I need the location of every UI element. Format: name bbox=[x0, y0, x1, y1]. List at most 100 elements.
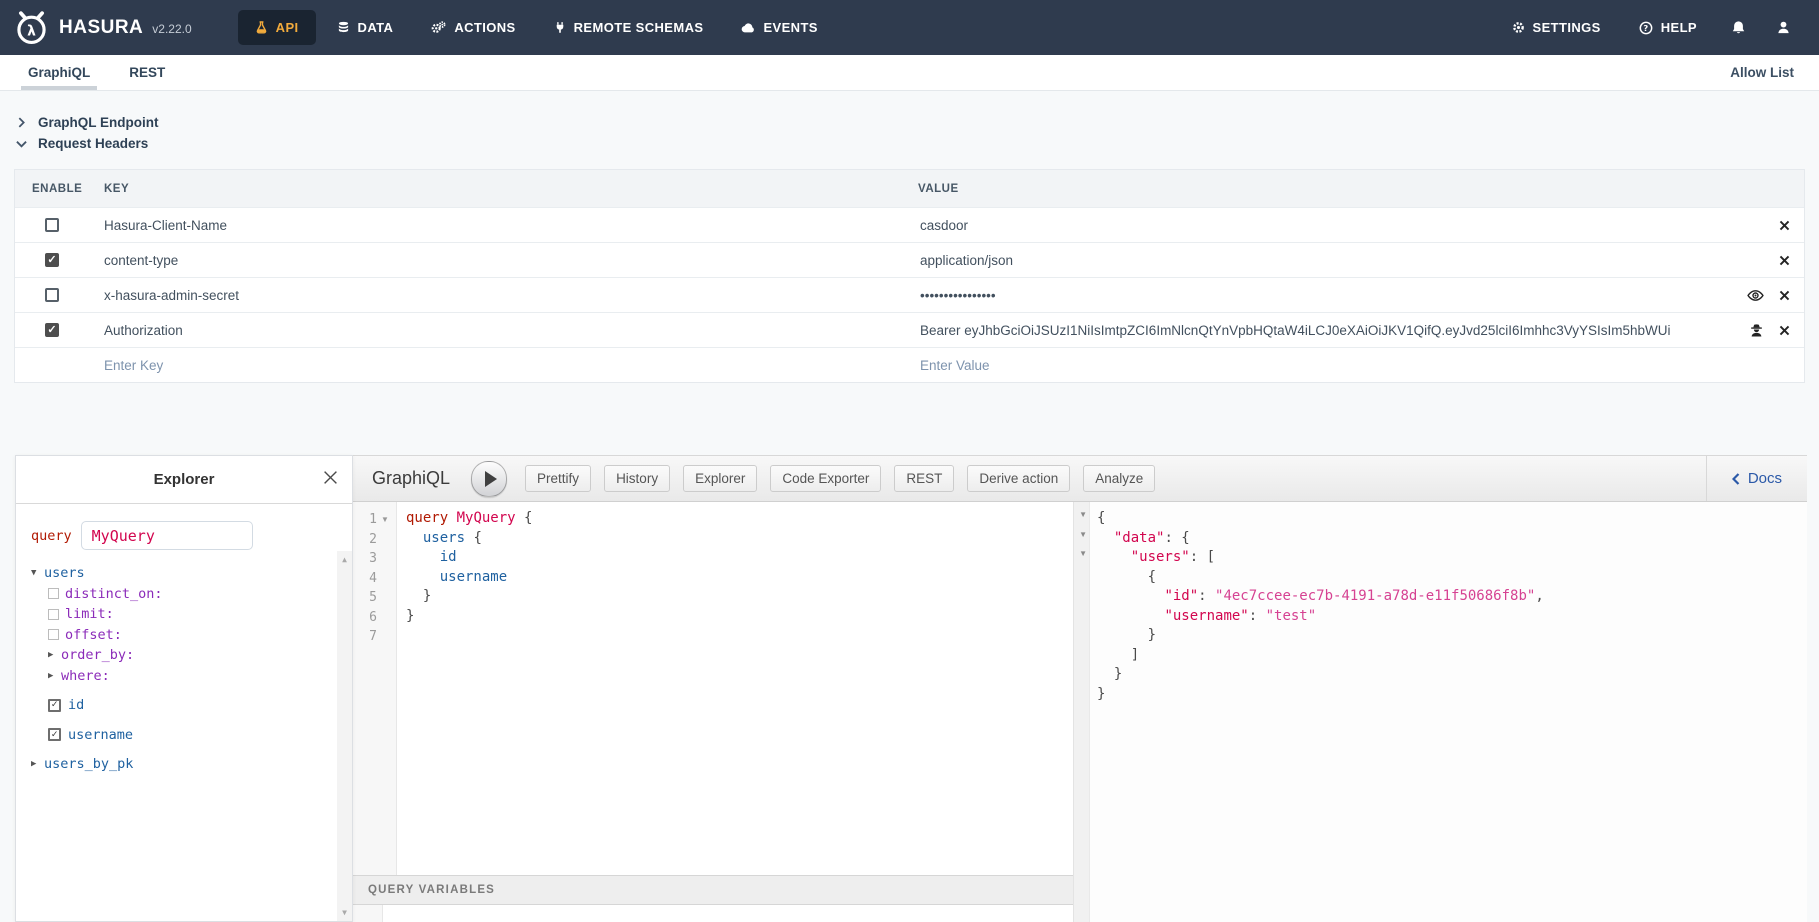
hasura-logo-icon: λ bbox=[13, 9, 50, 46]
header-enable-checkbox[interactable] bbox=[45, 288, 59, 302]
query-name-input[interactable] bbox=[81, 521, 253, 550]
scroll-down-icon[interactable]: ▼ bbox=[337, 908, 352, 917]
field-checkbox-checked[interactable] bbox=[48, 728, 61, 741]
header-enable-checkbox[interactable] bbox=[45, 323, 59, 337]
header-row: AuthorizationBearer eyJhbGciOiJSUzI1NiIs… bbox=[15, 312, 1804, 347]
line-number: 6 bbox=[353, 610, 377, 625]
header-key[interactable]: Authorization bbox=[104, 323, 918, 338]
gear-icon bbox=[1512, 21, 1525, 34]
query-variables-editor[interactable] bbox=[353, 905, 1073, 922]
nav-item-help[interactable]: ?HELP bbox=[1637, 10, 1699, 45]
response-fold-arrow-icon[interactable]: ▼ bbox=[1074, 530, 1089, 550]
explorer-node-offset[interactable]: offset: bbox=[31, 625, 328, 646]
field-checkbox-checked[interactable] bbox=[48, 699, 61, 712]
header-value[interactable]: casdoor bbox=[920, 218, 1769, 233]
api-tab-bar: GraphiQL REST Allow List bbox=[0, 55, 1819, 91]
remove-header-button[interactable] bbox=[1779, 255, 1790, 266]
response-fold-spacer bbox=[1074, 666, 1089, 686]
remove-header-button[interactable] bbox=[1779, 220, 1790, 231]
bell-button[interactable] bbox=[1731, 20, 1746, 35]
nav-item-settings[interactable]: SETTINGS bbox=[1510, 10, 1603, 45]
header-key[interactable]: x-hasura-admin-secret bbox=[104, 288, 918, 303]
nav-item-data[interactable]: DATA bbox=[320, 10, 411, 45]
argument-checkbox[interactable] bbox=[48, 629, 59, 640]
nav-item-label: EVENTS bbox=[763, 20, 817, 35]
execute-query-button[interactable] bbox=[471, 461, 507, 497]
response-line: "username": "test" bbox=[1097, 608, 1807, 628]
remove-header-button[interactable] bbox=[1779, 325, 1790, 336]
chevron-right-icon bbox=[16, 117, 27, 128]
explorer-close-icon[interactable] bbox=[323, 470, 338, 485]
reveal-secret-button[interactable] bbox=[1747, 289, 1764, 302]
user-button[interactable] bbox=[1776, 20, 1791, 35]
header-enable-checkbox[interactable] bbox=[45, 253, 59, 267]
line-number: 1 bbox=[353, 512, 377, 527]
expand-arrow-icon[interactable]: ▶ bbox=[48, 650, 61, 660]
collapse-arrow-icon[interactable]: ▼ bbox=[31, 568, 44, 578]
new-header-value-input[interactable]: Enter Value bbox=[920, 358, 1804, 373]
tab-rest[interactable]: REST bbox=[122, 55, 172, 90]
explorer-scrollbar[interactable]: ▲ ▼ bbox=[337, 551, 352, 921]
brand-group[interactable]: λ HASURA v2.22.0 bbox=[0, 9, 192, 46]
response-fold-arrow-icon[interactable]: ▼ bbox=[1074, 510, 1089, 530]
explorer-tree: ▼usersdistinct_on:limit: offset:▶order_by… bbox=[31, 563, 328, 775]
nav-item-remote-schemas[interactable]: REMOTE SCHEMAS bbox=[537, 10, 721, 45]
nav-item-actions[interactable]: ACTIONS bbox=[414, 10, 532, 45]
history-button[interactable]: History bbox=[604, 465, 670, 492]
header-row-actions bbox=[1769, 220, 1804, 231]
explorer-button[interactable]: Explorer bbox=[683, 465, 757, 492]
header-enable-checkbox[interactable] bbox=[45, 218, 59, 232]
argument-checkbox[interactable] bbox=[48, 588, 59, 599]
remove-icon bbox=[1779, 325, 1790, 336]
explorer-node-where[interactable]: ▶where: bbox=[31, 666, 328, 687]
tree-node-label: limit: bbox=[65, 606, 114, 622]
explorer-node-users_by_pk[interactable]: ▶users_by_pk bbox=[31, 754, 328, 775]
query-editor[interactable]: 1▼234567 query MyQuery { users { id user… bbox=[353, 502, 1073, 875]
expand-arrow-icon[interactable]: ▶ bbox=[48, 671, 61, 681]
explorer-node-distinct_on[interactable]: distinct_on: bbox=[31, 584, 328, 605]
response-fold-spacer bbox=[1074, 647, 1089, 667]
remove-header-button[interactable] bbox=[1779, 290, 1790, 301]
explorer-node-id[interactable]: id bbox=[31, 695, 328, 716]
response-line: { bbox=[1097, 510, 1807, 530]
header-row: content-typeapplication/json bbox=[15, 242, 1804, 277]
tree-node-label: users_by_pk bbox=[44, 756, 133, 772]
nav-item-api[interactable]: API bbox=[238, 10, 316, 45]
explorer-node-limit[interactable]: limit: bbox=[31, 604, 328, 625]
nav-item-events[interactable]: EVENTS bbox=[724, 10, 834, 45]
fold-arrow-icon[interactable]: ▼ bbox=[377, 515, 393, 524]
response-line: { bbox=[1097, 569, 1807, 589]
header-row-actions bbox=[1737, 289, 1804, 302]
scroll-up-icon[interactable]: ▲ bbox=[337, 555, 352, 564]
header-key[interactable]: content-type bbox=[104, 253, 918, 268]
section-toggle-graphql-endpoint[interactable]: GraphQL Endpoint bbox=[16, 112, 1819, 133]
nav-item-label: REMOTE SCHEMAS bbox=[574, 20, 704, 35]
graphiql-title: GraphiQL bbox=[372, 468, 450, 489]
explorer-node-username[interactable]: username bbox=[31, 725, 328, 746]
explorer-node-order_by[interactable]: ▶order_by: bbox=[31, 645, 328, 666]
new-header-key-input[interactable]: Enter Key bbox=[104, 358, 918, 373]
analyze-button[interactable]: Analyze bbox=[1083, 465, 1155, 492]
header-key[interactable]: Hasura-Client-Name bbox=[104, 218, 918, 233]
code-exporter-button[interactable]: Code Exporter bbox=[770, 465, 881, 492]
derive-action-button[interactable]: Derive action bbox=[967, 465, 1070, 492]
section-toggle-request-headers[interactable]: Request Headers bbox=[16, 133, 1819, 154]
header-value-masked[interactable]: •••••••••••••••• bbox=[920, 288, 1737, 303]
prettify-button[interactable]: Prettify bbox=[525, 465, 591, 492]
rest-button[interactable]: REST bbox=[894, 465, 954, 492]
response-fold-arrow-icon[interactable]: ▼ bbox=[1074, 549, 1089, 569]
tab-graphiql[interactable]: GraphiQL bbox=[21, 55, 97, 90]
sections: GraphQL EndpointRequest Headers bbox=[16, 112, 1819, 154]
remove-icon bbox=[1779, 290, 1790, 301]
query-variables-bar[interactable]: QUERY VARIABLES bbox=[353, 875, 1073, 905]
header-value[interactable]: application/json bbox=[920, 253, 1769, 268]
docs-button[interactable]: Docs bbox=[1706, 456, 1807, 501]
response-fold-spacer bbox=[1074, 608, 1089, 628]
expand-arrow-icon[interactable]: ▶ bbox=[31, 759, 44, 769]
argument-checkbox[interactable] bbox=[48, 609, 59, 620]
header-value[interactable]: Bearer eyJhbGciOiJSUzI1NiIsImtpZCI6ImNlc… bbox=[920, 323, 1739, 338]
explorer-node-users[interactable]: ▼users bbox=[31, 563, 328, 584]
allow-list-link[interactable]: Allow List bbox=[1730, 55, 1819, 90]
decode-jwt-button[interactable] bbox=[1749, 323, 1764, 338]
query-code[interactable]: query MyQuery { users { id username }} bbox=[397, 502, 1073, 875]
